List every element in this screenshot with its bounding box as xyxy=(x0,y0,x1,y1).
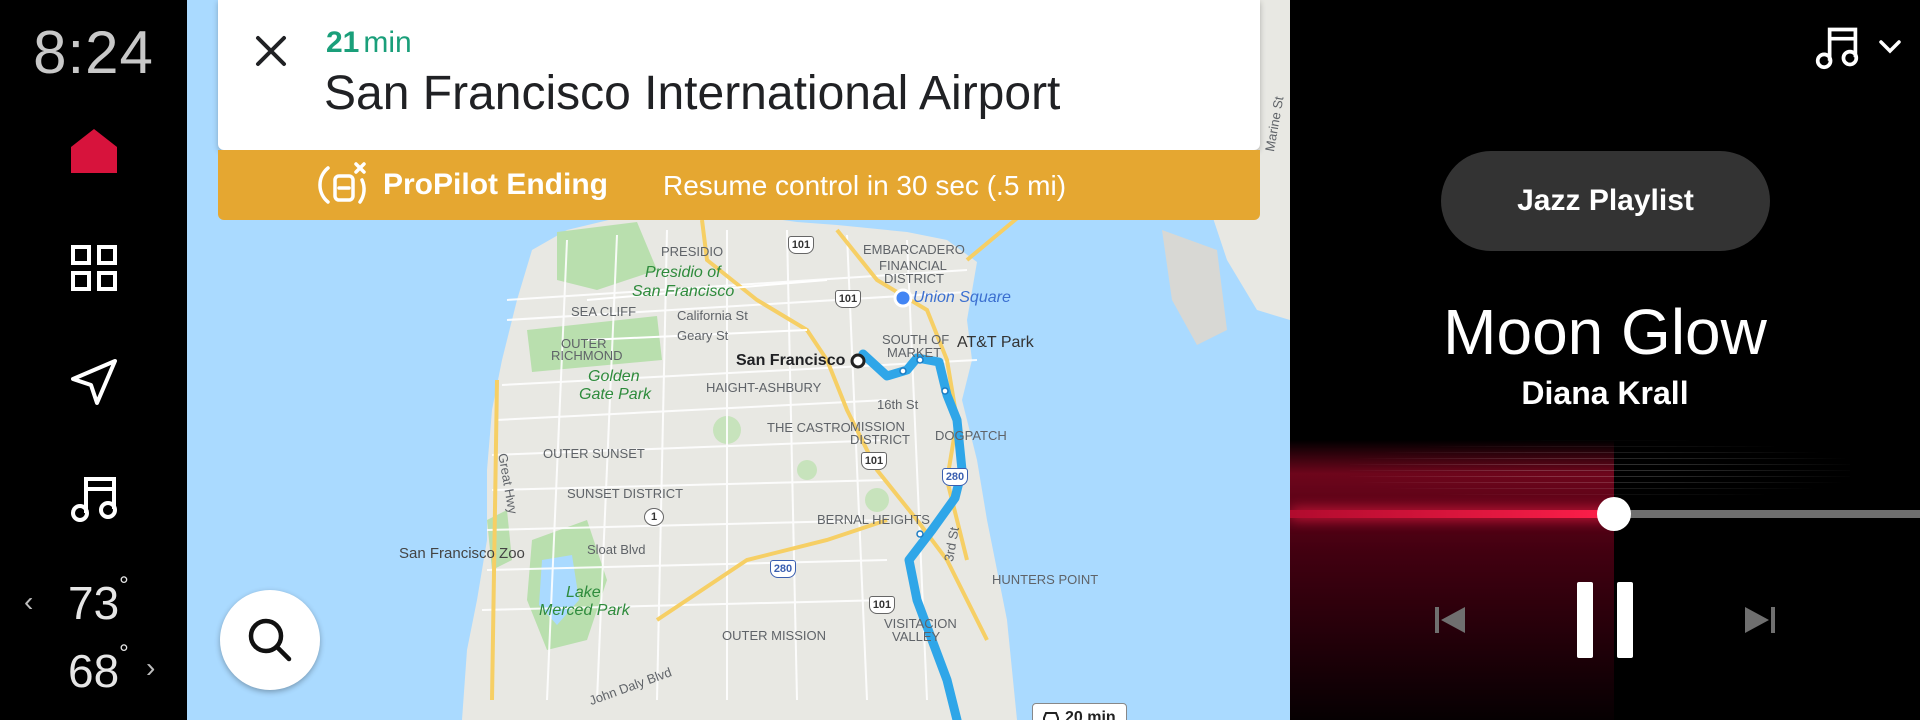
map-label: HAIGHT-ASHBURY xyxy=(706,380,822,395)
temperature-left: 73° xyxy=(68,571,129,629)
map-search-button[interactable] xyxy=(220,590,320,690)
map-label: BERNAL HEIGHTS xyxy=(817,512,930,527)
map-label: RICHMOND xyxy=(551,348,623,363)
previous-track-button[interactable] xyxy=(1410,570,1490,670)
close-icon xyxy=(256,36,286,66)
temp-right-increase[interactable]: › xyxy=(146,652,155,684)
map-label: PRESIDIO xyxy=(661,244,724,259)
temperature-right: 68° xyxy=(68,639,129,697)
map-label: California St xyxy=(677,308,748,323)
media-source-selector[interactable] xyxy=(1814,24,1902,70)
map-label: THE CASTRO xyxy=(767,420,851,435)
highway-shield: 280 xyxy=(942,468,968,486)
map-label: AT&T Park xyxy=(957,334,1034,351)
map-label: DISTRICT xyxy=(850,432,910,447)
map-label: HUNTERS POINT xyxy=(992,572,1099,587)
highway-shield: 101 xyxy=(835,290,861,308)
propilot-title: ProPilot Ending xyxy=(383,168,608,201)
car-icon xyxy=(1043,712,1059,720)
chevron-down-icon xyxy=(1879,40,1901,54)
next-track-button[interactable] xyxy=(1720,570,1800,670)
skip-next-icon xyxy=(1745,607,1775,633)
progress-fill xyxy=(1290,510,1615,518)
song-title: Moon Glow xyxy=(1443,296,1767,368)
map-label: Merced Park xyxy=(539,602,630,619)
media-panel: Jazz Playlist Moon Glow Diana Krall xyxy=(1290,0,1920,720)
highway-shield: 101 xyxy=(869,596,895,614)
music-button[interactable] xyxy=(44,458,144,538)
map-label: OUTER MISSION xyxy=(722,628,827,643)
search-icon xyxy=(248,618,292,662)
home-icon xyxy=(71,129,117,173)
map-label: San Francisco xyxy=(632,283,735,300)
home-button[interactable] xyxy=(44,110,144,190)
highway-shield: 1 xyxy=(644,508,664,526)
route-time: 20 min xyxy=(1065,709,1116,720)
highway-shield: 101 xyxy=(861,452,887,470)
propilot-message: Resume control in 30 sec (.5 mi) xyxy=(663,170,1067,201)
map-label: OUTER SUNSET xyxy=(543,446,645,461)
map-label: Union Square xyxy=(913,289,1011,306)
highway-shield: 280 xyxy=(770,560,796,578)
map-label: San Francisco Zoo xyxy=(399,545,525,562)
artist-name: Diana Krall xyxy=(1521,375,1689,411)
progress-knob[interactable] xyxy=(1597,497,1632,531)
playlist-button[interactable]: Jazz Playlist xyxy=(1441,151,1770,251)
map-label: VALLEY xyxy=(892,629,941,644)
left-rail: 8:24 ‹ 73° 68° › xyxy=(0,0,187,720)
map-label: Golden xyxy=(588,368,640,385)
progress-glow-lines xyxy=(1350,440,1850,500)
eta-value: 21 xyxy=(326,26,360,59)
destination-card: 21 min San Francisco International Airpor… xyxy=(218,0,1260,150)
map-label: EMBARCADERO xyxy=(863,242,965,257)
eta: 21 min xyxy=(326,26,412,60)
map-label: Gate Park xyxy=(579,386,652,403)
map-label: SEA CLIFF xyxy=(571,304,637,319)
clock: 8:24 xyxy=(33,19,154,86)
map-label: Sloat Blvd xyxy=(587,542,646,557)
close-navigation-button[interactable] xyxy=(246,26,296,76)
route-time-chip[interactable]: 20 min xyxy=(1032,703,1127,720)
map-label: MARKET xyxy=(887,345,942,360)
music-note-icon xyxy=(1815,27,1859,70)
navigation-arrow-icon xyxy=(71,359,117,405)
pause-button[interactable] xyxy=(1560,570,1650,670)
map-label: San Francisco xyxy=(736,352,846,369)
map-label: Presidio of xyxy=(645,264,721,281)
temp-left-decrease[interactable]: ‹ xyxy=(24,586,33,618)
map-label: DISTRICT xyxy=(884,271,944,286)
skip-previous-icon xyxy=(1435,607,1465,633)
map-label: Lake xyxy=(566,584,601,601)
map-label: SUNSET DISTRICT xyxy=(567,486,684,501)
propilot-icon xyxy=(318,162,366,204)
grid-icon xyxy=(71,245,117,291)
map-label: 16th St xyxy=(877,397,919,412)
eta-unit: min xyxy=(363,26,412,59)
pause-icon xyxy=(1577,582,1633,658)
apps-button[interactable] xyxy=(44,228,144,308)
highway-shield: 101 xyxy=(788,236,814,254)
music-note-icon xyxy=(71,477,117,522)
map-label: DOGPATCH xyxy=(935,428,1007,443)
map-label: Geary St xyxy=(677,328,729,343)
destination-name: San Francisco International Airport xyxy=(324,67,1061,120)
propilot-banner: ProPilot Ending Resume control in 30 sec… xyxy=(218,150,1260,220)
navigation-button[interactable] xyxy=(44,342,144,422)
